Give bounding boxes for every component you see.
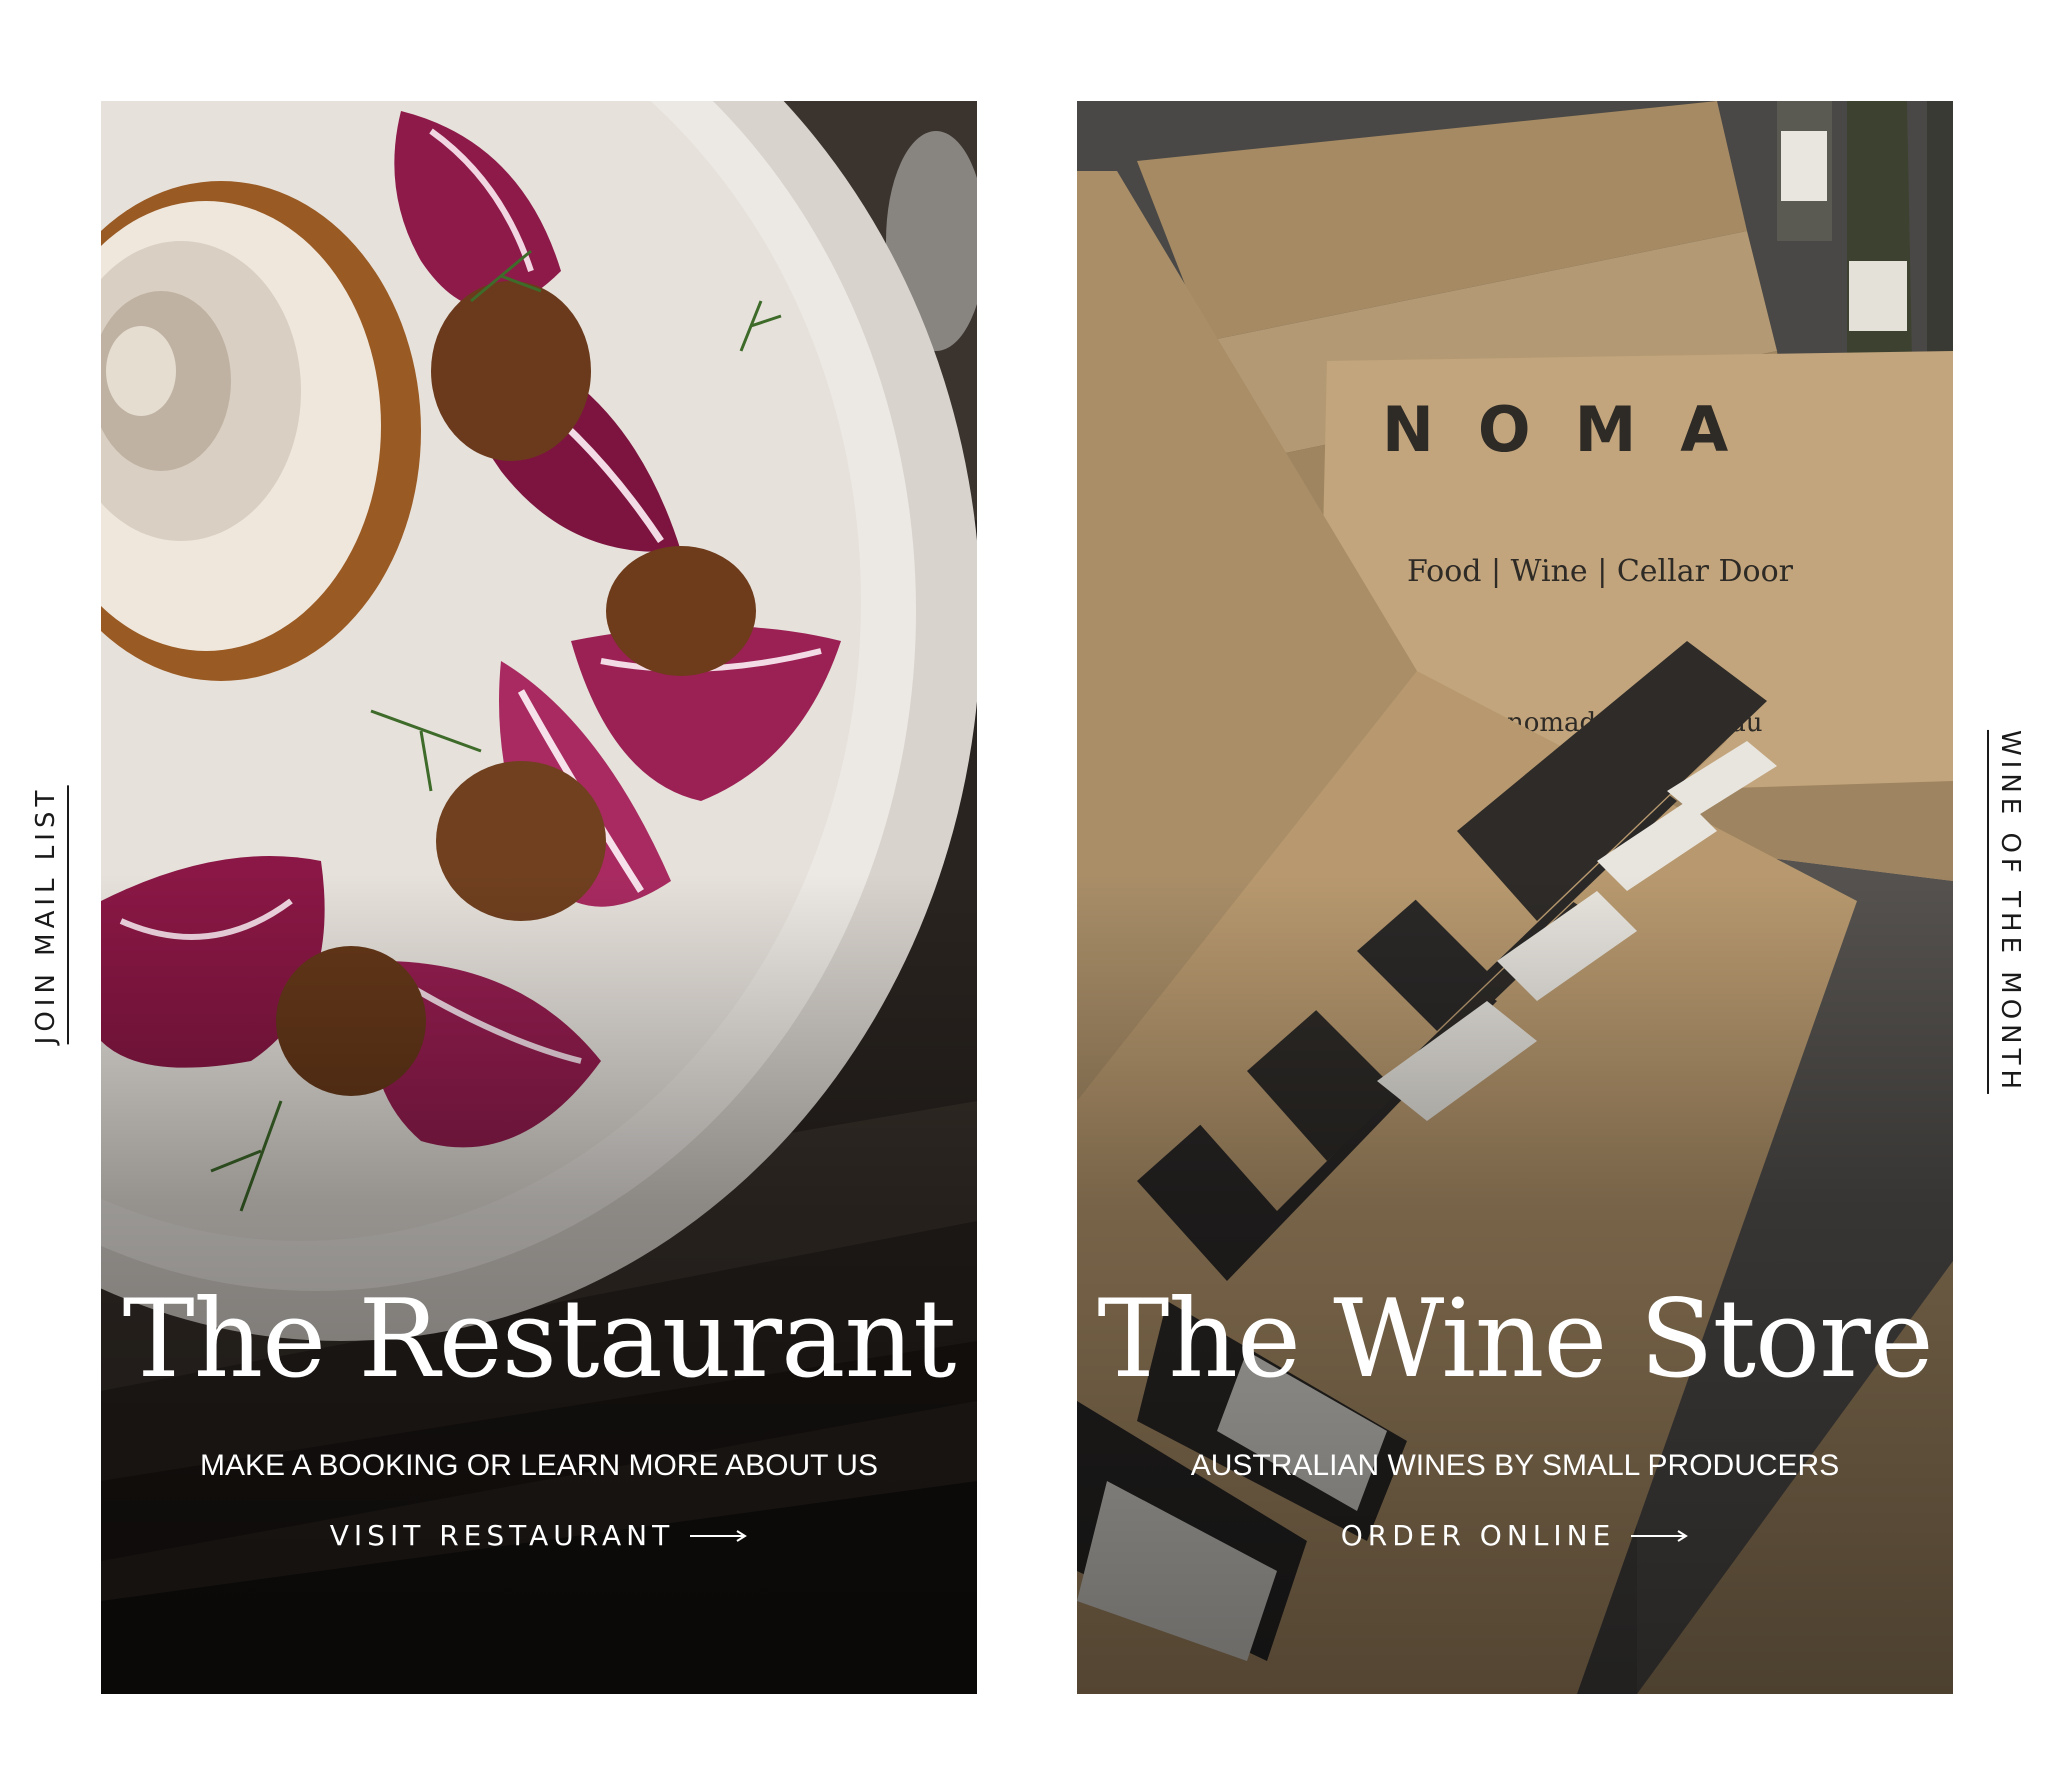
landing-page: JOIN MAIL LIST WINE OF THE MONTH The Res…: [0, 0, 2048, 1790]
visit-restaurant-label: VISIT RESTAURANT: [329, 1519, 675, 1552]
order-online-label: ORDER ONLINE: [1340, 1519, 1616, 1552]
join-mail-list-link[interactable]: JOIN MAIL LIST: [31, 785, 69, 1045]
order-online-link[interactable]: ORDER ONLINE: [1077, 1519, 1953, 1552]
wine-store-panel[interactable]: NOMA Food | Wine | Cellar Door nomadwine…: [1077, 101, 1953, 1694]
restaurant-panel[interactable]: The Restaurant MAKE A BOOKING OR LEARN M…: [101, 101, 977, 1694]
wine-store-title: The Wine Store: [1097, 1277, 1933, 1402]
wine-store-subtitle: AUSTRALIAN WINES BY SMALL PRODUCERS: [1190, 1449, 1840, 1482]
box-tagline-text: Food | Wine | Cellar Door: [1407, 554, 1794, 589]
box-brand-text: NOMA: [1382, 393, 1772, 466]
arrow-right-icon: [690, 1529, 748, 1542]
visit-restaurant-link[interactable]: VISIT RESTAURANT: [101, 1519, 977, 1552]
restaurant-title: The Restaurant: [122, 1277, 957, 1402]
restaurant-subtitle: MAKE A BOOKING OR LEARN MORE ABOUT US: [200, 1449, 878, 1482]
arrow-right-icon: [1631, 1529, 1689, 1542]
wine-of-the-month-link[interactable]: WINE OF THE MONTH: [1987, 729, 2025, 1095]
